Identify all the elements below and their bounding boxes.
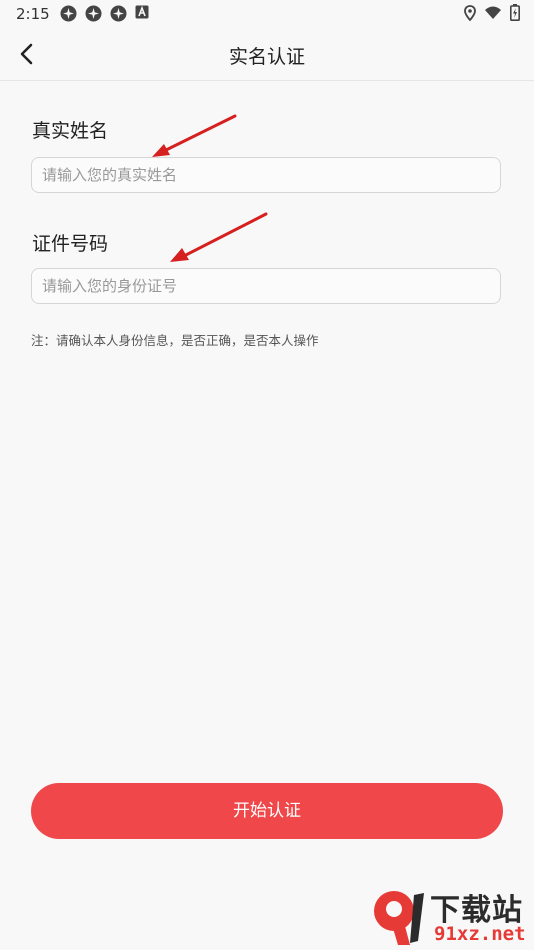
keyboard-icon <box>135 5 149 19</box>
start-verification-button[interactable]: 开始认证 <box>31 783 503 839</box>
battery-icon <box>510 4 520 21</box>
notification-icon <box>110 5 127 22</box>
id-number-label: 证件号码 <box>32 233 109 255</box>
wifi-icon <box>485 6 501 19</box>
name-label: 真实姓名 <box>32 120 109 142</box>
page-title: 实名认证 <box>228 46 305 68</box>
status-time: 2:15 <box>16 5 50 23</box>
notification-icon <box>60 5 77 22</box>
status-system-icons <box>464 4 520 21</box>
status-bar: 2:15 <box>0 0 534 28</box>
app-bar: 实名认证 <box>0 28 534 81</box>
notification-icon <box>85 5 102 22</box>
location-icon <box>464 4 476 21</box>
annotation-arrow-id <box>170 212 268 262</box>
watermark-logo-icon <box>374 891 424 945</box>
watermark-domain: 91xz.net <box>434 923 526 945</box>
status-notifications <box>60 5 149 22</box>
site-watermark: 下载站 91xz.net <box>366 885 534 950</box>
identity-note: 注：请确认本人身份信息，是否正确，是否本人操作 <box>31 333 319 348</box>
real-name-input[interactable] <box>31 157 501 193</box>
annotation-arrow-name <box>152 114 237 157</box>
id-number-input[interactable] <box>31 268 501 304</box>
